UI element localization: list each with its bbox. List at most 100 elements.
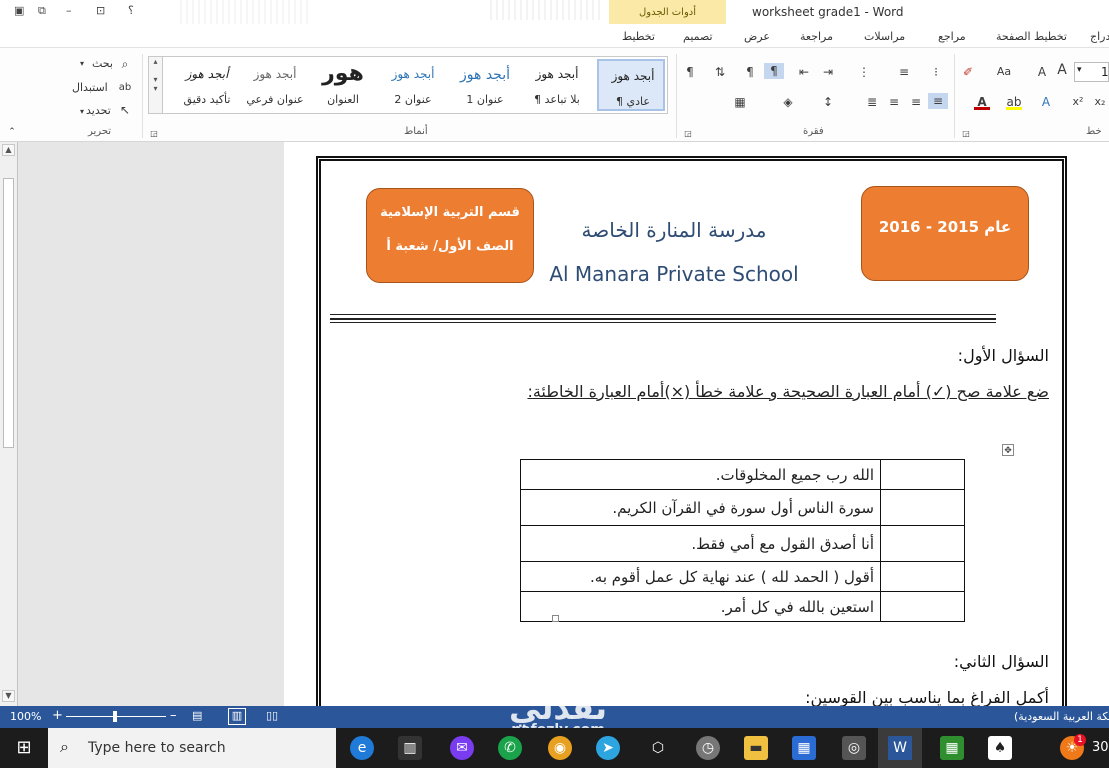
align-left-icon[interactable]: ≡ <box>886 94 902 110</box>
tab-insert[interactable]: إدراج <box>1090 30 1109 43</box>
messenger-icon[interactable]: ✉ <box>450 736 474 760</box>
superscript-icon[interactable]: x² <box>1070 94 1086 110</box>
ribbon-display-icon[interactable]: ⊡ <box>96 4 105 17</box>
font-color-icon[interactable]: A <box>974 94 990 110</box>
whatsapp-icon[interactable]: ✆ <box>498 736 522 760</box>
tab-view[interactable]: عرض <box>744 30 770 43</box>
dialog-launcher-icon[interactable]: ◲ <box>680 126 696 142</box>
taskbar-search[interactable]: ⌕ Type here to search <box>48 728 336 768</box>
word-app-icon[interactable]: W <box>878 728 922 768</box>
pilcrow-icon[interactable]: ¶ <box>682 64 698 80</box>
align-right-icon[interactable]: ≡ <box>928 93 948 109</box>
answer-cell[interactable] <box>880 591 965 622</box>
scroll-down-icon[interactable]: ▼ <box>2 690 15 702</box>
read-mode-icon[interactable]: ▯▯ <box>266 709 278 722</box>
3d-viewer-icon[interactable]: ⬡ <box>646 736 670 760</box>
telegram-icon[interactable]: ➤ <box>596 736 620 760</box>
chevron-down-icon[interactable]: ▾ <box>74 56 90 72</box>
style-heading-2[interactable]: أبجد هوز عنوان 2 <box>379 59 447 111</box>
subscript-icon[interactable]: x₂ <box>1092 94 1108 110</box>
answer-cell[interactable] <box>880 525 965 562</box>
gallery-scroll[interactable]: ▴ ▾ ▾ <box>149 57 163 113</box>
help-icon[interactable]: ؟ <box>128 4 134 17</box>
multilevel-list-icon[interactable]: ⋮ <box>856 64 872 80</box>
minimize-icon[interactable]: – <box>66 4 72 17</box>
tab-references[interactable]: مراجع <box>938 30 966 43</box>
answer-cell[interactable] <box>880 489 965 526</box>
dialog-launcher-icon[interactable]: ◲ <box>958 126 974 142</box>
borders-icon[interactable]: ▦ <box>732 94 748 110</box>
decrease-indent-icon[interactable]: ⇤ <box>796 64 812 80</box>
replace-button[interactable]: استبدال <box>72 81 108 94</box>
solitaire-icon[interactable]: ♠ <box>988 736 1012 760</box>
file-explorer-icon[interactable]: ▬ <box>744 736 768 760</box>
tab-review[interactable]: مراجعة <box>800 30 833 43</box>
zoom-slider-thumb[interactable] <box>113 711 117 722</box>
statement-cell[interactable]: سورة الناس أول سورة في القرآن الكريم. <box>520 489 881 526</box>
style-subtitle[interactable]: أبجد هوز عنوان فرعي <box>241 59 309 111</box>
answer-cell[interactable] <box>880 561 965 592</box>
zoom-out-icon[interactable]: – <box>170 708 177 723</box>
edge-icon[interactable]: e <box>350 736 374 760</box>
web-layout-icon[interactable]: ▤ <box>192 709 202 722</box>
clear-formatting-icon[interactable]: ✐ <box>960 64 976 80</box>
line-spacing-icon[interactable]: ↕ <box>820 94 836 110</box>
tab-table-layout[interactable]: تخطيط <box>622 30 655 43</box>
increase-indent-icon[interactable]: ⇥ <box>820 64 836 80</box>
shading-icon[interactable]: ◈ <box>780 94 796 110</box>
collapse-ribbon-icon[interactable]: ⌃ <box>4 124 20 140</box>
table-resize-handle[interactable] <box>552 615 559 622</box>
style-title[interactable]: هور العنوان <box>309 59 377 111</box>
spreadsheet-app-icon[interactable]: ▦ <box>940 736 964 760</box>
sort-icon[interactable]: ⇅ <box>712 64 728 80</box>
statement-cell[interactable]: أنا أصدق القول مع أمي فقط. <box>520 525 881 562</box>
clock-icon[interactable]: ◷ <box>696 736 720 760</box>
document-page[interactable]: قسم التربية الإسلامية الصف الأول/ شعبة أ… <box>284 142 1109 706</box>
style-no-spacing[interactable]: أبجد هوز ¶ بلا تباعد <box>523 59 591 111</box>
restore-icon[interactable]: ⧉ <box>38 4 46 18</box>
camera-icon[interactable]: ◎ <box>842 736 866 760</box>
statement-cell[interactable]: أقول ( الحمد لله ) عند نهاية كل عمل أقوم… <box>520 561 881 592</box>
grow-font-icon[interactable]: A <box>1054 62 1070 78</box>
editing-group-label: تحرير <box>88 126 112 137</box>
numbering-icon[interactable]: ≡ <box>896 64 912 80</box>
chevron-down-icon[interactable]: ▾ <box>74 104 90 120</box>
answer-cell[interactable] <box>880 459 965 490</box>
statement-cell[interactable]: استعين بالله في كل أمر. <box>520 591 881 622</box>
tab-page-layout[interactable]: تخطيط الصفحة <box>996 30 1067 43</box>
language-indicator[interactable]: (المملكة العربية السعودية) <box>1014 710 1109 723</box>
bullets-icon[interactable]: ⁝ <box>928 64 944 80</box>
task-view-icon[interactable]: ▥ <box>398 736 422 760</box>
calendar-icon[interactable]: ▦ <box>792 736 816 760</box>
justify-icon[interactable]: ≣ <box>864 94 880 110</box>
department-box[interactable]: قسم التربية الإسلامية الصف الأول/ شعبة أ <box>366 188 534 283</box>
table-move-handle-icon[interactable]: ✥ <box>1002 444 1014 456</box>
shrink-font-icon[interactable]: A <box>1034 64 1050 80</box>
windows-start-icon[interactable]: ⊞ <box>12 736 36 760</box>
year-box[interactable]: عام 2015 - 2016 <box>861 186 1029 281</box>
ltr-direction-icon[interactable]: ¶ <box>742 64 758 80</box>
statement-cell[interactable]: الله رب جميع المخلوقات. <box>520 459 881 490</box>
align-center-icon[interactable]: ≡ <box>908 94 924 110</box>
style-subtle-emphasis[interactable]: أبجد هوز تأكيد دقيق <box>173 59 241 111</box>
zoom-level[interactable]: 100% <box>10 710 41 723</box>
chrome-icon[interactable]: ◉ <box>548 736 572 760</box>
vertical-scrollbar[interactable]: ▲ ▼ <box>0 142 18 706</box>
scrollbar-thumb[interactable] <box>3 178 14 448</box>
scroll-up-icon[interactable]: ▲ <box>2 144 15 156</box>
zoom-in-icon[interactable]: + <box>52 708 63 723</box>
change-case-icon[interactable]: Aa <box>996 64 1012 80</box>
font-size-box[interactable]: ▾ 1 <box>1074 62 1109 82</box>
print-layout-icon[interactable]: ▥ <box>228 708 246 725</box>
find-button[interactable]: بحث <box>92 57 113 70</box>
tab-table-design[interactable]: تصميم <box>683 30 713 43</box>
save-icon[interactable]: ▣ <box>14 4 24 17</box>
style-normal[interactable]: أبجد هوز ¶ عادي <box>597 59 665 111</box>
true-false-table[interactable]: الله رب جميع المخلوقات. سورة الناس أول س… <box>520 459 965 622</box>
dialog-launcher-icon[interactable]: ◲ <box>146 126 162 142</box>
style-heading-1[interactable]: أبجد هوز عنوان 1 <box>451 59 519 111</box>
tab-mailings[interactable]: مراسلات <box>864 30 905 43</box>
highlight-icon[interactable]: ab <box>1006 94 1022 110</box>
text-effects-icon[interactable]: A <box>1038 94 1054 110</box>
rtl-direction-icon[interactable]: ¶ <box>764 63 784 79</box>
